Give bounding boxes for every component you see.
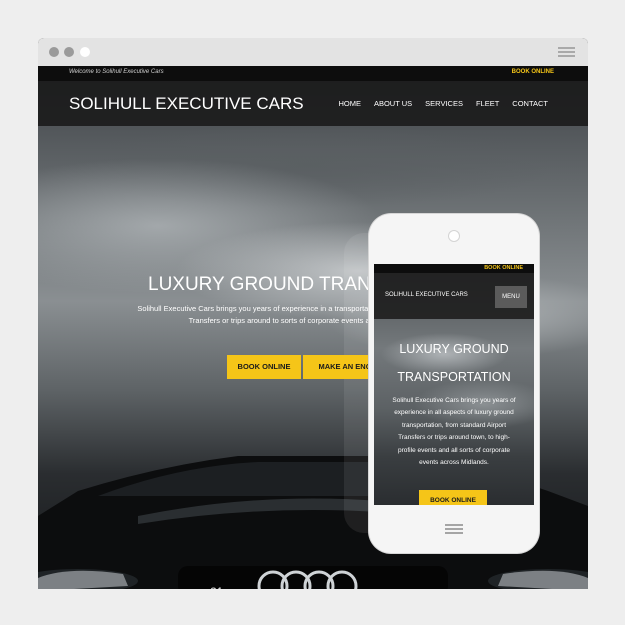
book-online-button[interactable]: BOOK ONLINE (227, 355, 301, 379)
car-badge: S4 (210, 586, 221, 589)
mobile-top-bar: BOOK ONLINE (374, 264, 534, 273)
welcome-text: Welcome to Solihull Executive Cars (69, 69, 164, 75)
nav-item-home[interactable]: HOME (338, 99, 361, 108)
phone-home-icon[interactable] (445, 524, 463, 535)
browser-menu-icon[interactable] (558, 47, 575, 58)
mobile-site-logo[interactable]: SOLIHULL EXECUTIVE CARS (385, 292, 468, 298)
top-bar: Welcome to Solihull Executive Cars BOOK … (38, 66, 588, 81)
window-close-dot[interactable] (49, 47, 59, 57)
mobile-hero-title: LUXURY GROUND TRANSPORTATION (397, 342, 511, 384)
window-maximize-dot[interactable] (80, 47, 90, 57)
mobile-menu-button[interactable]: MENU (495, 286, 527, 308)
mobile-hero-description: Solihull Executive Cars brings you years… (392, 397, 516, 467)
site-header: SOLIHULL EXECUTIVE CARS HOME ABOUT US SE… (38, 81, 588, 126)
browser-chrome (38, 38, 588, 66)
site-logo[interactable]: SOLIHULL EXECUTIVE CARS (69, 94, 304, 114)
top-book-online-link[interactable]: BOOK ONLINE (512, 69, 554, 75)
hero-title: LUXURY GROUND TRANS (148, 274, 384, 295)
nav-item-about-us[interactable]: ABOUT US (374, 99, 412, 108)
mobile-screen: BOOK ONLINE SOLIHULL EXECUTIVE CARS MENU… (374, 264, 534, 505)
main-nav: HOME ABOUT US SERVICES FLEET CONTACT (325, 99, 548, 108)
mobile-header: SOLIHULL EXECUTIVE CARS MENU (374, 273, 534, 319)
mobile-book-online-button[interactable]: BOOK ONLINE (419, 490, 487, 505)
nav-item-contact[interactable]: CONTACT (512, 99, 548, 108)
camera-icon (449, 231, 459, 241)
mobile-device: BOOK ONLINE SOLIHULL EXECUTIVE CARS MENU… (369, 214, 539, 553)
window-minimize-dot[interactable] (64, 47, 74, 57)
nav-item-fleet[interactable]: FLEET (476, 99, 499, 108)
mobile-top-book-online-link[interactable]: BOOK ONLINE (484, 265, 523, 271)
nav-item-services[interactable]: SERVICES (425, 99, 463, 108)
